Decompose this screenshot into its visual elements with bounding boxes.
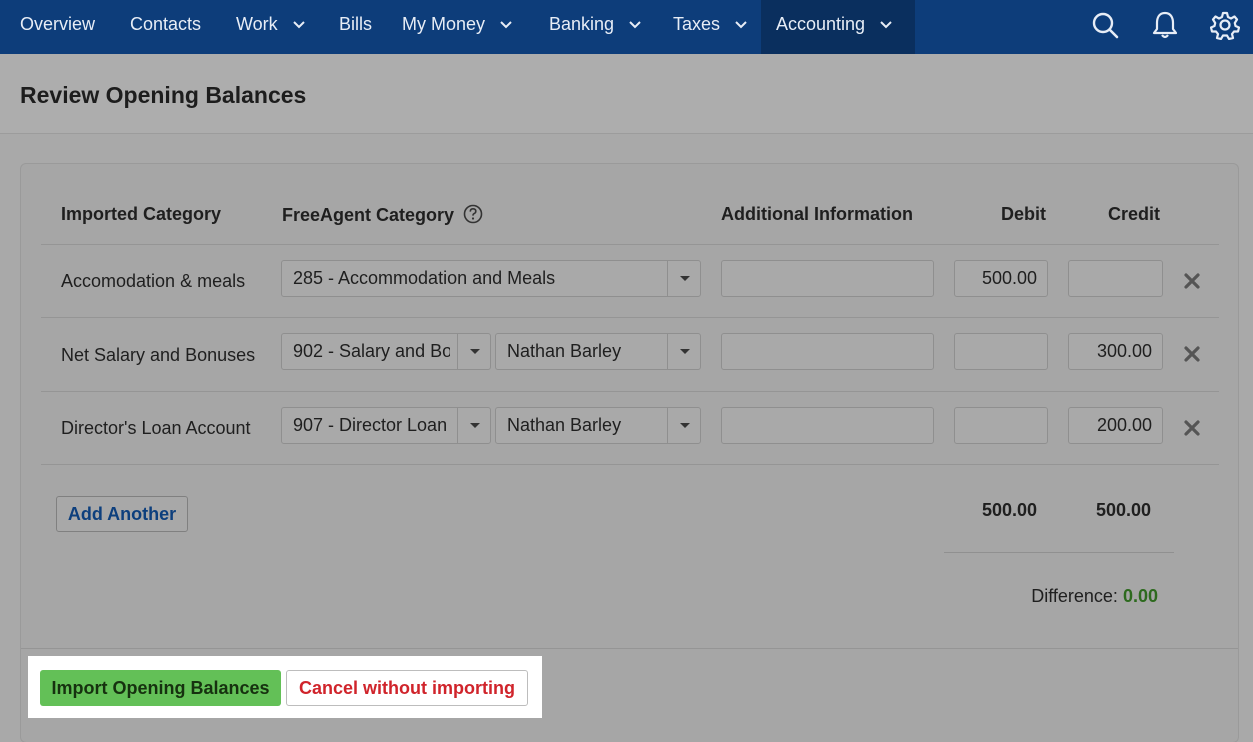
freeagent-category-select[interactable]: 907 - Director Loan (281, 407, 491, 444)
nav-item-label: Bills (339, 14, 373, 34)
remove-row-icon[interactable] (1184, 346, 1200, 362)
difference-value: 0.00 (1122, 586, 1158, 606)
nav-item-label: Accounting (776, 14, 866, 34)
debit-total: 500.00 (982, 500, 1038, 520)
nav-item-taxes[interactable]: Taxes (673, 0, 747, 54)
header-credit: Credit (1108, 204, 1161, 224)
select-value: 285 - Accommodation and Meals (293, 268, 556, 288)
imported-category-cell: Net Salary and Bonuses (61, 345, 256, 365)
page-header: Review Opening Balances (0, 54, 1253, 134)
nav-item-label: Taxes (673, 14, 721, 34)
difference: Difference: 0.00 (1031, 586, 1158, 607)
chevron-down-icon (629, 21, 641, 29)
imported-category-cell: Accomodation & meals (61, 271, 246, 291)
chevron-down-icon (457, 334, 490, 369)
header-additional-information: Additional Information (721, 204, 913, 224)
card-footer-divider (21, 648, 1238, 649)
chevron-down-icon (735, 21, 747, 29)
select-value: 902 - Salary and Bonuses (293, 341, 450, 361)
nav-item-bills[interactable]: Bills (339, 0, 372, 54)
debit-input[interactable] (954, 333, 1048, 370)
user-select[interactable]: Nathan Barley (495, 333, 701, 370)
header-freeagent-category: FreeAgent Category (282, 204, 483, 226)
header-debit: Debit (1001, 204, 1046, 224)
nav-item-work[interactable]: Work (236, 0, 305, 54)
add-another-button[interactable]: Add Another (56, 496, 188, 532)
imported-category-cell: Director's Loan Account (61, 418, 251, 438)
form-actions: Import Opening Balances Cancel without i… (28, 656, 542, 718)
remove-row-icon[interactable] (1184, 273, 1200, 289)
credit-total: 500.00 (1096, 500, 1152, 520)
nav-item-label: Banking (549, 14, 615, 34)
row-divider (41, 391, 1219, 392)
totals-divider (944, 552, 1174, 553)
debit-input[interactable] (954, 407, 1048, 444)
credit-input[interactable]: 300.00 (1068, 333, 1163, 370)
row-divider (41, 464, 1219, 465)
freeagent-category-select[interactable]: 285 - Accommodation and Meals (281, 260, 701, 297)
header-imported-category: Imported Category (61, 204, 222, 224)
chevron-down-icon (667, 261, 700, 296)
nav-item-label: Overview (20, 14, 96, 34)
nav-item-label: My Money (402, 14, 486, 34)
chevron-down-icon (292, 21, 305, 29)
search-icon[interactable] (1090, 10, 1120, 40)
chevron-down-icon (880, 21, 892, 29)
nav-item-banking[interactable]: Banking (549, 0, 641, 54)
nav-item-overview[interactable]: Overview (20, 0, 95, 54)
top-navigation: Overview Contacts Work Bills My Money Ba… (0, 0, 1253, 54)
page-title: Review Opening Balances (20, 82, 307, 108)
chevron-down-icon (667, 408, 700, 443)
nav-item-contacts[interactable]: Contacts (130, 0, 201, 54)
cancel-without-importing-button[interactable]: Cancel without importing (286, 670, 528, 706)
additional-information-input[interactable] (721, 333, 934, 370)
select-value: Nathan Barley (507, 415, 622, 435)
difference-label: Difference: (1031, 586, 1118, 606)
help-icon[interactable] (463, 204, 483, 224)
select-value: Nathan Barley (507, 341, 622, 361)
gear-icon[interactable] (1210, 10, 1240, 40)
chevron-down-icon (457, 408, 490, 443)
user-select[interactable]: Nathan Barley (495, 407, 701, 444)
row-divider (41, 317, 1219, 318)
additional-information-input[interactable] (721, 407, 934, 444)
nav-item-label: Work (236, 14, 278, 34)
header-freeagent-category-label: FreeAgent Category (282, 205, 455, 225)
credit-input[interactable]: 200.00 (1068, 407, 1163, 444)
credit-input[interactable] (1068, 260, 1163, 297)
bell-icon[interactable] (1150, 10, 1180, 40)
select-value: 907 - Director Loan (293, 415, 448, 435)
chevron-down-icon (500, 21, 512, 29)
remove-row-icon[interactable] (1184, 420, 1200, 436)
debit-input[interactable]: 500.00 (954, 260, 1048, 297)
freeagent-category-select[interactable]: 902 - Salary and Bonuses (281, 333, 491, 370)
nav-item-label: Contacts (130, 14, 202, 34)
nav-item-my-money[interactable]: My Money (402, 0, 512, 54)
import-opening-balances-button[interactable]: Import Opening Balances (40, 670, 281, 706)
additional-information-input[interactable] (721, 260, 934, 297)
row-divider (41, 244, 1219, 245)
chevron-down-icon (667, 334, 700, 369)
nav-item-accounting[interactable]: Accounting (761, 0, 915, 54)
